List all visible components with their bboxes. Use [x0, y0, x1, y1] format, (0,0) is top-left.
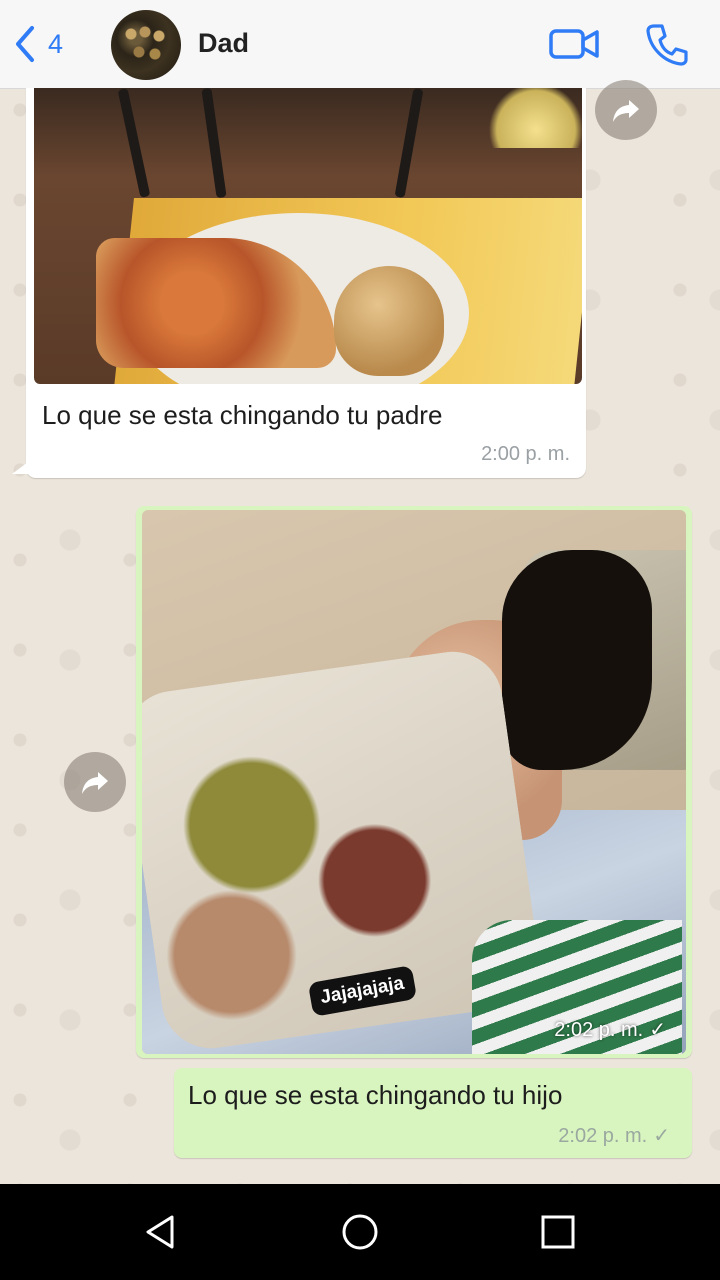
system-navigation-bar — [0, 1184, 720, 1280]
forward-button[interactable] — [64, 752, 126, 812]
sent-check-icon: ✓ — [653, 1125, 670, 1147]
message-caption: Lo que se esta chingando tu padre — [42, 400, 443, 430]
message-time-text: 2:02 p. m. — [558, 1125, 648, 1147]
message-time: 2:00 p. m. — [481, 443, 570, 465]
back-chevron-icon — [16, 26, 34, 62]
contact-name[interactable]: Dad — [198, 28, 249, 59]
message-time: 2:02 p. m. ✓ — [558, 1123, 670, 1148]
video-call-button[interactable] — [548, 26, 600, 62]
outgoing-message-bubble[interactable]: Lo que se esta chingando tu hijo 2:02 p.… — [174, 1068, 692, 1158]
incoming-message-bubble[interactable]: Lo que se esta chingando tu padre 2:00 p… — [12, 88, 586, 478]
forward-button[interactable] — [595, 80, 657, 140]
nav-back-icon[interactable] — [140, 1212, 180, 1252]
message-image-food[interactable] — [34, 88, 582, 384]
person-hair — [502, 550, 652, 770]
unread-count: 4 — [48, 28, 64, 59]
phone-icon — [646, 24, 688, 66]
forward-arrow-icon — [82, 772, 108, 794]
sent-check-icon: ✓ — [649, 1019, 666, 1041]
voice-call-button[interactable] — [644, 22, 690, 66]
chat-header: 4 Dad — [0, 0, 720, 89]
nav-home-icon[interactable] — [340, 1212, 380, 1252]
nav-recents-icon[interactable] — [540, 1214, 576, 1250]
outgoing-image-bubble[interactable]: Jajajajaja 2:02 p. m. ✓ — [136, 506, 692, 1058]
decor — [394, 88, 424, 199]
video-call-icon — [549, 29, 599, 59]
message-text: Lo que se esta chingando tu hijo — [188, 1080, 563, 1110]
forward-arrow-icon — [613, 100, 639, 122]
avatar[interactable] — [111, 10, 181, 80]
message-time: 2:02 p. m. ✓ — [554, 1017, 666, 1042]
back-button[interactable]: 4 — [10, 22, 80, 66]
bread-roll — [334, 266, 444, 376]
message-image-bed[interactable]: Jajajajaja 2:02 p. m. ✓ — [142, 510, 686, 1054]
decor — [201, 88, 227, 199]
message-time-text: 2:02 p. m. — [554, 1019, 644, 1041]
decor — [117, 88, 151, 198]
glass — [486, 88, 582, 148]
